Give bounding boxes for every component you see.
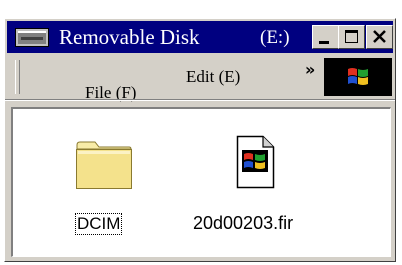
file-name: 20d00203.fir (193, 213, 294, 233)
window-title: Removable Disk (59, 25, 200, 49)
menu-separator (5, 99, 395, 101)
explorer-window: Removable Disk (E:) File (F) Edit (E) » (4, 18, 396, 262)
file-item-folder[interactable]: DCIM (63, 139, 139, 249)
maximize-button[interactable] (338, 25, 365, 49)
windows-flag-icon (348, 68, 368, 85)
file-view[interactable]: DCIM 20d00203.fir (11, 107, 391, 257)
folder-icon (75, 139, 133, 196)
menu-more-chevron[interactable]: » (305, 61, 315, 79)
windows-logo-throbber (324, 58, 392, 96)
menu-bar: File (F) Edit (E) » (7, 56, 393, 102)
drive-icon (15, 28, 49, 47)
minimize-button[interactable] (312, 25, 339, 49)
folder-name: DCIM (75, 213, 123, 235)
windows-document-icon (233, 135, 277, 194)
minimize-icon (319, 41, 329, 44)
menu-edit[interactable]: Edit (E) (186, 66, 240, 88)
close-icon (373, 30, 386, 43)
file-item-fir[interactable]: 20d00203.fir (193, 135, 343, 245)
title-bar[interactable]: Removable Disk (E:) (7, 21, 393, 53)
toolbar-grip[interactable] (15, 60, 20, 94)
close-button[interactable] (366, 25, 393, 49)
window-drive-letter: (E:) (260, 27, 290, 48)
maximize-icon (345, 30, 358, 43)
